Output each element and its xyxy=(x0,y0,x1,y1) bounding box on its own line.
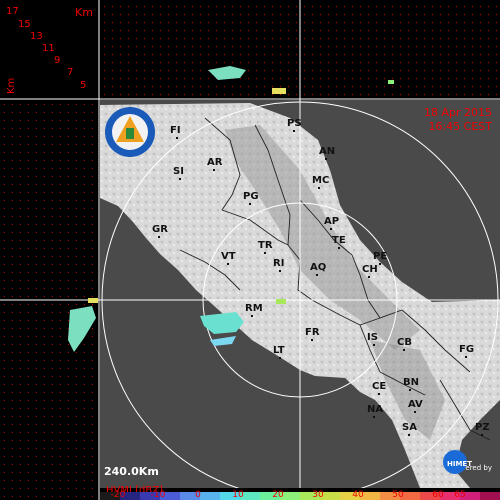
himet-logo-text: HIMET xyxy=(447,460,472,468)
dbz-legend: -20 -10 0 10 20 30 40 50 60 65 xyxy=(100,490,500,500)
city-marker xyxy=(249,203,251,205)
legend-tick-label: 0 xyxy=(195,490,201,500)
city-label-ps: PS xyxy=(287,118,302,129)
city-marker xyxy=(213,169,215,171)
city-label-bn: BN xyxy=(403,377,419,388)
city-marker xyxy=(325,158,327,160)
city-label-pg: PG xyxy=(243,191,259,202)
city-label-cb: CB xyxy=(397,337,412,348)
legend-tick-label: -20 xyxy=(111,490,126,500)
city-label-aq: AQ xyxy=(310,262,326,273)
city-label-ce: CE xyxy=(372,381,386,392)
timestamp: 18 Apr 2015 16:45 CEST xyxy=(424,106,492,134)
height-unit-label-vertical: Km xyxy=(6,78,17,94)
city-label-ar: AR xyxy=(207,157,223,168)
city-marker xyxy=(330,228,332,230)
city-label-ch: CH xyxy=(362,264,378,275)
city-label-ap: AP xyxy=(324,216,339,227)
city-marker xyxy=(414,411,416,413)
city-marker xyxy=(373,344,375,346)
city-label-is: IS xyxy=(367,332,378,343)
city-label-gr: GR xyxy=(152,224,168,235)
city-label-fr: FR xyxy=(305,327,320,338)
himet-logo: HIMET xyxy=(442,448,492,476)
legend-tick-label: 20 xyxy=(272,490,284,500)
city-marker xyxy=(465,356,467,358)
legend-tick-label: 40 xyxy=(352,490,364,500)
height-tick-label: 9 xyxy=(54,55,60,66)
city-marker xyxy=(311,339,313,341)
legend-swatch xyxy=(480,492,500,500)
height-tick-label: 13 xyxy=(30,31,43,42)
city-marker xyxy=(368,276,370,278)
city-label-pe: PE xyxy=(373,251,387,262)
radar-map: FI PS AN SI AR MC PG GR AP TE TR PE VT RI AQ CH RM FR IS CB… xyxy=(0,0,500,500)
legend-swatch xyxy=(200,492,221,500)
height-tick-label: 17 xyxy=(6,6,19,17)
city-label-si: SI xyxy=(173,166,184,177)
city-marker xyxy=(481,434,483,436)
city-marker xyxy=(251,315,253,317)
city-marker xyxy=(408,434,410,436)
city-marker xyxy=(338,247,340,249)
city-label-sa: SA xyxy=(402,422,417,433)
city-label-mc: MC xyxy=(312,175,329,186)
city-label-tr: TR xyxy=(258,240,273,251)
city-marker xyxy=(227,263,229,265)
city-marker xyxy=(316,274,318,276)
city-marker xyxy=(279,270,281,272)
city-marker xyxy=(176,137,178,139)
city-label-ri: RI xyxy=(273,258,284,269)
city-label-an: AN xyxy=(319,146,335,157)
city-marker xyxy=(379,263,381,265)
city-label-lt: LT xyxy=(273,345,285,356)
city-marker xyxy=(378,393,380,395)
height-tick-label: 15 xyxy=(18,19,31,30)
city-marker xyxy=(264,252,266,254)
legend-tick-label: 60 xyxy=(432,490,444,500)
city-marker xyxy=(279,357,281,359)
city-marker xyxy=(318,187,320,189)
legend-tick-label: 10 xyxy=(232,490,244,500)
city-marker xyxy=(409,389,411,391)
protezione-civile-logo xyxy=(104,106,156,158)
city-label-na: NA xyxy=(367,404,383,415)
legend-tick-label: 50 xyxy=(392,490,404,500)
legend-tick-label: -10 xyxy=(151,490,166,500)
height-tick-label: 11 xyxy=(42,43,55,54)
city-label-vt: VT xyxy=(221,251,236,262)
city-marker xyxy=(179,178,181,180)
height-unit-label: Km xyxy=(75,6,93,19)
time-text: 16:45 CEST xyxy=(428,120,492,133)
city-label-av: AV xyxy=(408,399,423,410)
city-label-pz: PZ xyxy=(475,422,490,433)
city-marker xyxy=(373,416,375,418)
legend-tick-label: 65 xyxy=(454,490,465,500)
height-tick-label: 7 xyxy=(67,67,73,78)
city-marker xyxy=(158,236,160,238)
city-label-fi: FI xyxy=(170,125,181,136)
echo-left-panel xyxy=(68,298,98,352)
height-tick-label: 5 xyxy=(80,80,86,91)
echo-top-panel xyxy=(208,66,394,94)
legend-tick-label: 30 xyxy=(312,490,324,500)
city-marker xyxy=(403,349,405,351)
date-text: 18 Apr 2015 xyxy=(423,106,492,119)
city-label-rm: RM xyxy=(245,303,263,314)
city-marker xyxy=(293,130,295,132)
range-label: 240.0Km xyxy=(104,465,159,478)
city-label-fg: FG xyxy=(459,344,474,355)
city-label-te: TE xyxy=(332,235,346,246)
